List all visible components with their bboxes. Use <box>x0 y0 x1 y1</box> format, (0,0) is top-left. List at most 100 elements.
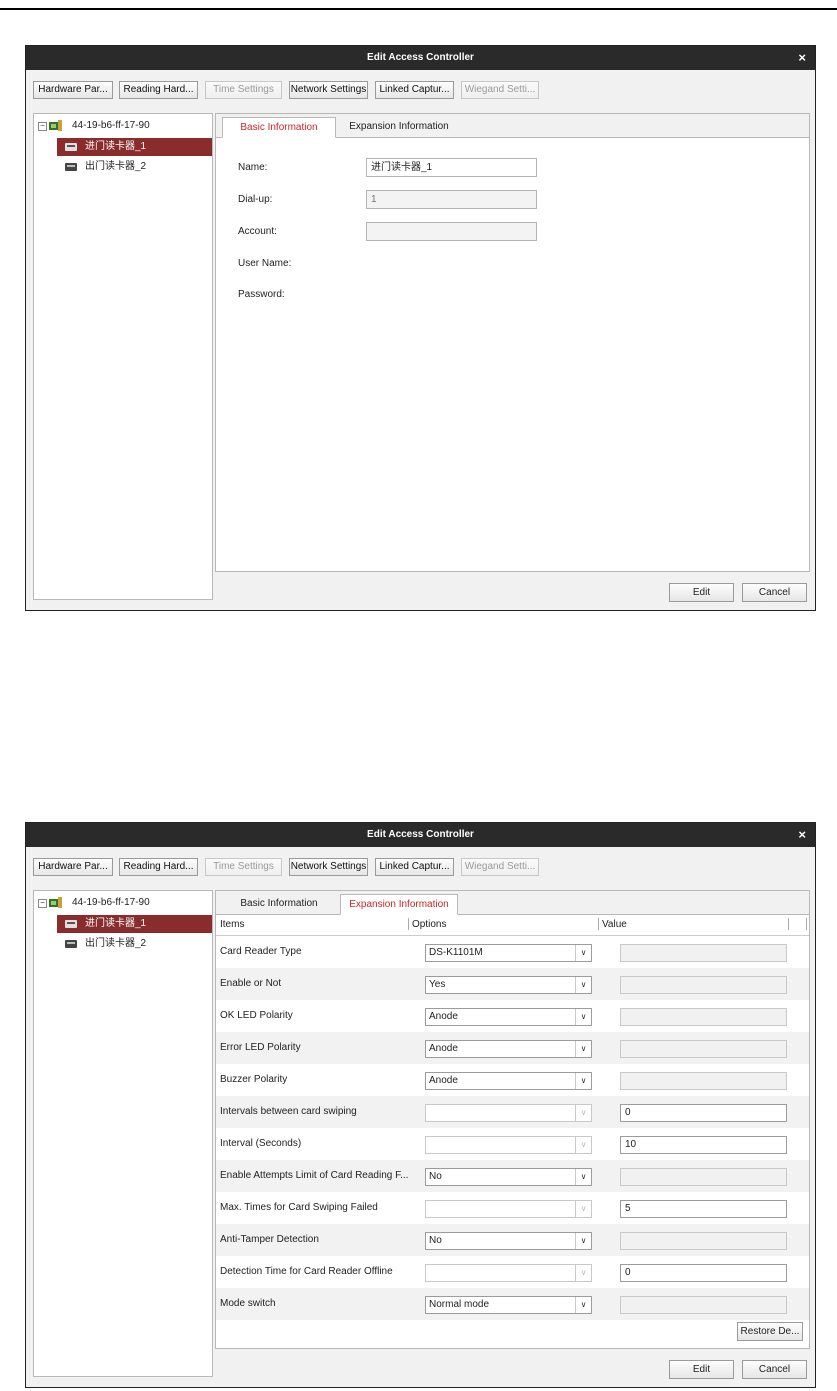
row-label: Enable Attempts Limit of Card Reading F.… <box>220 1170 409 1181</box>
tab-expansion-information[interactable]: Expansion Information <box>340 117 458 137</box>
chevron-down-icon[interactable]: ∨ <box>575 1297 591 1313</box>
option-dropdown[interactable]: ∨ <box>425 1264 592 1282</box>
chevron-down-icon[interactable]: ∨ <box>575 1009 591 1025</box>
basic-information-panel: Basic Information Expansion Information … <box>215 113 810 572</box>
chevron-down-icon[interactable]: ∨ <box>575 1169 591 1185</box>
value-input[interactable]: 0 <box>620 1104 787 1122</box>
network-settings-button[interactable]: Network Settings <box>289 858 368 876</box>
table-row: Enable or Not Yes ∨ <box>216 968 809 1000</box>
table-row: Intervals between card swiping ∨ 0 <box>216 1096 809 1128</box>
value-input[interactable] <box>620 1232 787 1250</box>
table-row: Card Reader Type DS-K1101M ∨ <box>216 936 809 968</box>
chevron-down-icon[interactable]: ∨ <box>575 1233 591 1249</box>
row-label: Anti-Tamper Detection <box>220 1234 319 1245</box>
cancel-button[interactable]: Cancel <box>742 583 807 602</box>
value-input[interactable] <box>620 1296 787 1314</box>
chevron-down-icon[interactable]: ∨ <box>575 1201 591 1217</box>
time-settings-button[interactable]: Time Settings <box>205 81 282 99</box>
tree-item-label: 出门读卡器_2 <box>85 938 147 949</box>
value-input[interactable]: 10 <box>620 1136 787 1154</box>
row-label: Intervals between card swiping <box>220 1106 357 1117</box>
value-input[interactable]: 5 <box>620 1200 787 1218</box>
value-input[interactable] <box>620 1168 787 1186</box>
option-dropdown[interactable]: Anode ∨ <box>425 1040 592 1058</box>
dialup-field[interactable]: 1 <box>366 190 537 209</box>
row-label: Buzzer Polarity <box>220 1074 288 1085</box>
username-label: User Name: <box>238 258 292 269</box>
table-row: Anti-Tamper Detection No ∨ <box>216 1224 809 1256</box>
option-dropdown[interactable]: ∨ <box>425 1104 592 1122</box>
option-selected-value: Yes <box>429 979 446 990</box>
close-icon[interactable]: × <box>798 827 806 842</box>
chevron-down-icon[interactable]: ∨ <box>575 1265 591 1281</box>
hardware-parameters-button[interactable]: Hardware Par... <box>33 858 113 876</box>
tree-item-reader-2[interactable]: 出门读卡器_2 <box>57 935 212 953</box>
card-reader-icon <box>65 940 77 948</box>
option-selected-value: Anode <box>429 1075 458 1086</box>
linked-capture-button[interactable]: Linked Captur... <box>375 81 454 99</box>
collapse-icon[interactable]: − <box>38 122 47 131</box>
column-header-value: Value <box>602 919 627 930</box>
close-icon[interactable]: × <box>798 50 806 65</box>
collapse-icon[interactable]: − <box>38 899 47 908</box>
chevron-down-icon[interactable]: ∨ <box>575 1073 591 1089</box>
password-label: Password: <box>238 289 285 300</box>
chevron-down-icon[interactable]: ∨ <box>575 1105 591 1121</box>
tree-item-reader-1[interactable]: 进门读卡器_1 <box>57 915 212 933</box>
option-dropdown[interactable]: ∨ <box>425 1136 592 1154</box>
value-input[interactable] <box>620 1008 787 1026</box>
chevron-down-icon[interactable]: ∨ <box>575 1041 591 1057</box>
chevron-down-icon[interactable]: ∨ <box>575 945 591 961</box>
tree-item-reader-1[interactable]: 进门读卡器_1 <box>57 138 212 156</box>
time-settings-button[interactable]: Time Settings <box>205 858 282 876</box>
option-dropdown[interactable]: No ∨ <box>425 1168 592 1186</box>
option-dropdown[interactable]: Anode ∨ <box>425 1008 592 1026</box>
row-label: Enable or Not <box>220 978 282 989</box>
value-input[interactable] <box>620 1040 787 1058</box>
grid-header: Items Options Value <box>216 915 809 936</box>
row-label: Card Reader Type <box>220 946 302 957</box>
option-selected-value: Anode <box>429 1011 458 1022</box>
value-input[interactable] <box>620 976 787 994</box>
wiegand-settings-button[interactable]: Wiegand Setti... <box>461 81 539 99</box>
chevron-down-icon[interactable]: ∨ <box>575 1137 591 1153</box>
tab-basic-information[interactable]: Basic Information <box>222 894 336 914</box>
option-selected-value: No <box>429 1171 442 1182</box>
option-dropdown[interactable]: Anode ∨ <box>425 1072 592 1090</box>
restore-defaults-button[interactable]: Restore De... <box>737 1322 803 1341</box>
wiegand-settings-button[interactable]: Wiegand Setti... <box>461 858 539 876</box>
cancel-button[interactable]: Cancel <box>742 1360 807 1379</box>
reading-hardware-button[interactable]: Reading Hard... <box>119 81 198 99</box>
option-dropdown[interactable]: DS-K1101M ∨ <box>425 944 592 962</box>
tree-root-controller[interactable]: − 44-19-b6-ff-17-90 <box>34 894 212 912</box>
table-row: Enable Attempts Limit of Card Reading F.… <box>216 1160 809 1192</box>
row-label: Mode switch <box>220 1298 276 1309</box>
tree-root-label: 44-19-b6-ff-17-90 <box>72 120 150 131</box>
tab-expansion-information[interactable]: Expansion Information <box>340 894 458 915</box>
hardware-parameters-button[interactable]: Hardware Par... <box>33 81 113 99</box>
linked-capture-button[interactable]: Linked Captur... <box>375 858 454 876</box>
option-dropdown[interactable]: Normal mode ∨ <box>425 1296 592 1314</box>
account-field[interactable] <box>366 222 537 241</box>
column-header-options: Options <box>412 919 447 930</box>
dialog-title: Edit Access Controller <box>367 52 474 63</box>
value-input[interactable]: 0 <box>620 1264 787 1282</box>
tree-root-controller[interactable]: − 44-19-b6-ff-17-90 <box>34 117 212 135</box>
tab-basic-information[interactable]: Basic Information <box>222 117 336 138</box>
reading-hardware-button[interactable]: Reading Hard... <box>119 858 198 876</box>
option-dropdown[interactable]: ∨ <box>425 1200 592 1218</box>
tab-bar: Basic Information Expansion Information <box>216 891 809 915</box>
row-label: Detection Time for Card Reader Offline <box>220 1266 393 1277</box>
chevron-down-icon[interactable]: ∨ <box>575 977 591 993</box>
value-input[interactable] <box>620 944 787 962</box>
name-field[interactable]: 进门读卡器_1 <box>366 158 537 177</box>
option-dropdown[interactable]: No ∨ <box>425 1232 592 1250</box>
row-label: Error LED Polarity <box>220 1042 301 1053</box>
tree-item-reader-2[interactable]: 出门读卡器_2 <box>57 158 212 176</box>
edit-button[interactable]: Edit <box>669 583 734 602</box>
option-dropdown[interactable]: Yes ∨ <box>425 976 592 994</box>
edit-button[interactable]: Edit <box>669 1360 734 1379</box>
option-selected-value: Normal mode <box>429 1299 490 1310</box>
value-input[interactable] <box>620 1072 787 1090</box>
network-settings-button[interactable]: Network Settings <box>289 81 368 99</box>
